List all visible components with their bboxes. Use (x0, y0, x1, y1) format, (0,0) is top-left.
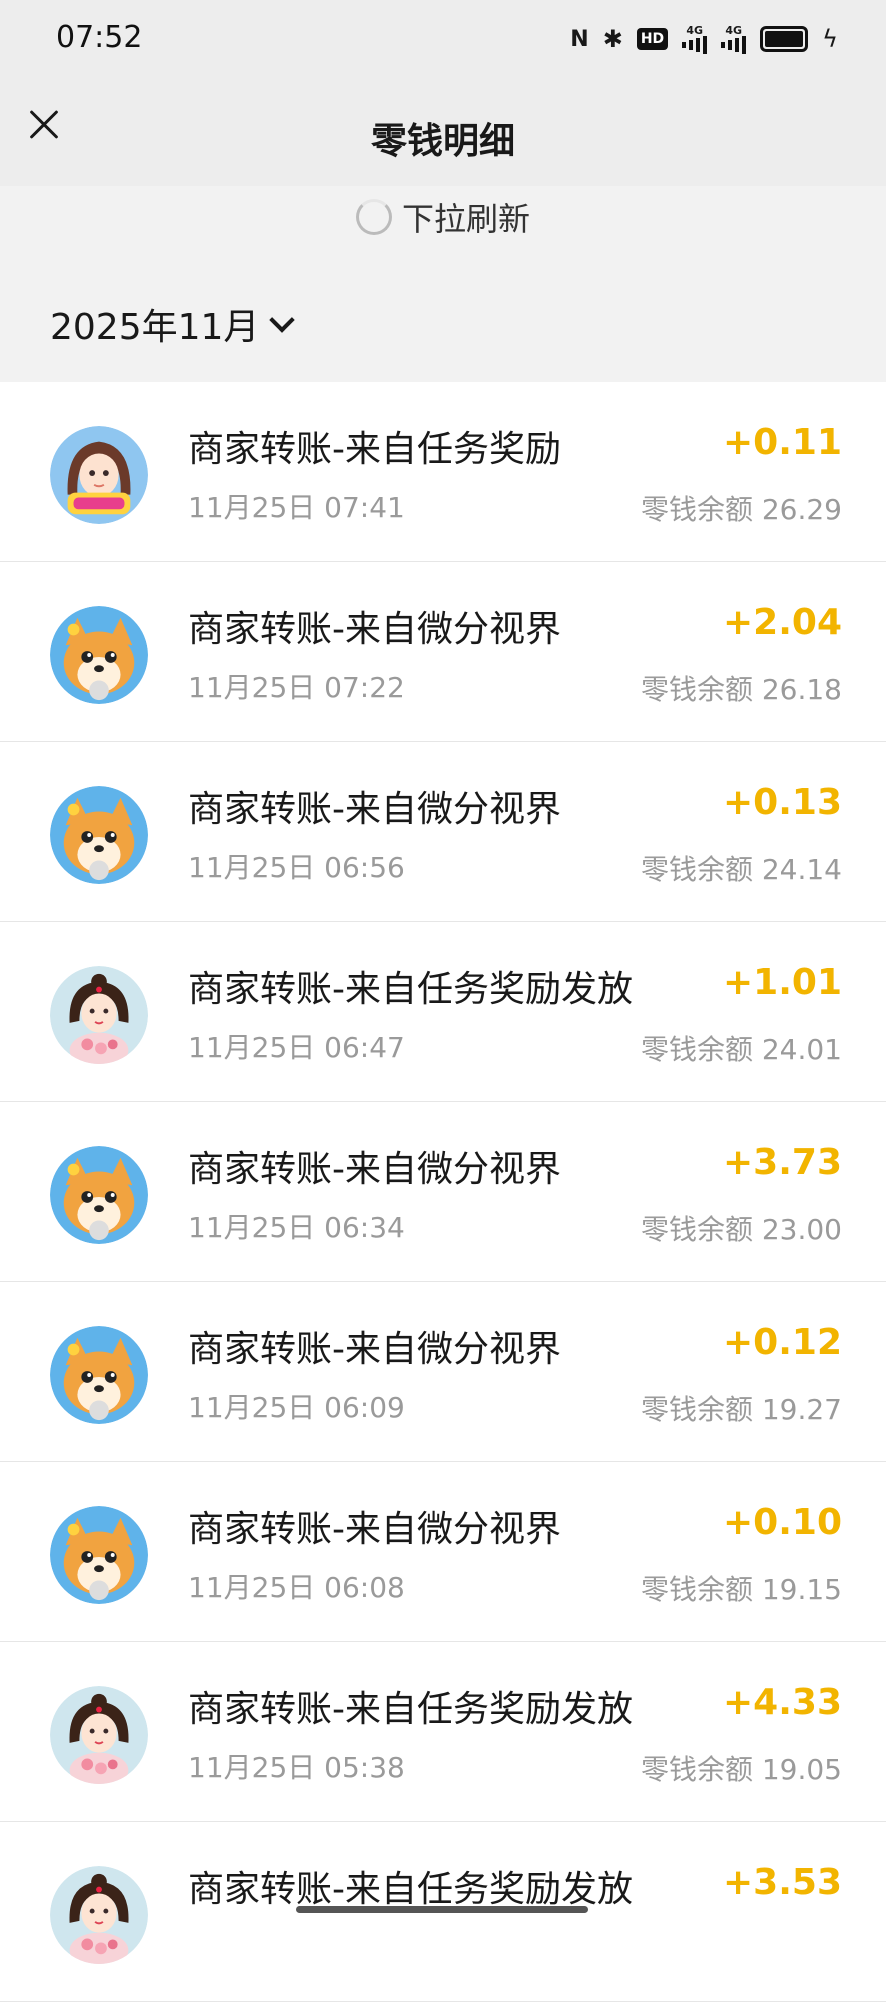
transaction-title: 商家转账-来自微分视界 (188, 1329, 561, 1370)
transaction-list: 商家转账-来自任务奖励 11月25日 07:41 +0.11 零钱余额 26.2… (0, 382, 886, 2002)
transaction-time: 11月25日 06:09 (188, 1391, 405, 1424)
page-title: 零钱明细 (370, 121, 515, 162)
transaction-balance: 零钱余额 23.00 (640, 1213, 842, 1246)
transaction-balance: 零钱余额 26.18 (640, 673, 842, 706)
battery-icon (760, 26, 809, 52)
transaction-row[interactable]: 商家转账-来自任务奖励发放 11月25日 06:47 +1.01 零钱余额 24… (0, 922, 886, 1102)
transaction-amount: +0.10 (723, 1502, 842, 1543)
transaction-balance: 零钱余额 24.14 (640, 853, 842, 886)
transaction-amount: +0.11 (723, 422, 842, 463)
status-time: 07:52 (56, 20, 143, 55)
transaction-balance: 零钱余额 19.05 (640, 1753, 842, 1786)
transaction-amount: +0.13 (723, 782, 842, 823)
dog-avatar (50, 606, 148, 704)
transaction-time: 11月25日 06:56 (188, 851, 405, 884)
home-indicator[interactable] (296, 1906, 588, 1913)
signal-icon-2: 4G (721, 23, 747, 54)
pull-to-refresh: 下拉刷新 (0, 194, 886, 240)
transaction-row[interactable]: 商家转账-来自微分视界 11月25日 07:22 +2.04 零钱余额 26.1… (0, 562, 886, 742)
transaction-time: 11月25日 06:34 (188, 1211, 405, 1244)
transaction-amount: +1.01 (723, 962, 842, 1003)
transaction-row[interactable]: 商家转账-来自微分视界 11月25日 06:09 +0.12 零钱余额 19.2… (0, 1282, 886, 1462)
dog-avatar (50, 1326, 148, 1424)
princess-avatar (50, 966, 148, 1064)
network-type-1: 4G (686, 23, 703, 37)
month-label: 2025年11月 (50, 307, 260, 348)
transaction-balance: 零钱余额 24.01 (640, 1033, 842, 1066)
transaction-row[interactable]: 商家转账-来自微分视界 11月25日 06:08 +0.10 零钱余额 19.1… (0, 1462, 886, 1642)
transaction-title: 商家转账-来自任务奖励 (188, 429, 561, 470)
transaction-row[interactable]: 商家转账-来自任务奖励 11月25日 07:41 +0.11 零钱余额 26.2… (0, 382, 886, 562)
princess-avatar (50, 1866, 148, 1964)
girl-avatar (50, 426, 148, 524)
signal-icon-1: 4G (682, 23, 708, 54)
transaction-row[interactable]: 商家转账-来自微分视界 11月25日 06:56 +0.13 零钱余额 24.1… (0, 742, 886, 922)
transaction-time: 11月25日 05:38 (188, 1751, 405, 1784)
charging-icon: ϟ (822, 25, 838, 53)
transaction-amount: +2.04 (723, 602, 842, 643)
transaction-amount: +3.53 (723, 1862, 842, 1903)
transaction-balance: 零钱余额 19.15 (640, 1573, 842, 1606)
transaction-time: 11月25日 07:22 (188, 671, 405, 704)
transaction-row[interactable]: 商家转账-来自微分视界 11月25日 06:34 +3.73 零钱余额 23.0… (0, 1102, 886, 1282)
transaction-row[interactable]: 商家转账-来自任务奖励发放 11月25日 05:38 +4.33 零钱余额 19… (0, 1642, 886, 1822)
transaction-time: 11月25日 06:47 (188, 1031, 405, 1064)
month-selector[interactable]: 2025年11月 (50, 298, 296, 350)
transaction-time: 11月25日 07:41 (188, 491, 405, 524)
princess-avatar (50, 1686, 148, 1784)
refresh-label: 下拉刷新 (401, 200, 530, 238)
transaction-title: 商家转账-来自微分视界 (188, 609, 561, 650)
chevron-down-icon (269, 307, 296, 333)
nav-bar: 零钱明细 (0, 78, 886, 186)
transaction-amount: +4.33 (723, 1682, 842, 1723)
bluetooth-icon: ✱ (602, 25, 623, 53)
status-icons: N ✱ HD 4G 4G ϟ (570, 22, 838, 56)
hd-badge: HD (636, 28, 669, 50)
refresh-area: 下拉刷新 2025年11月 (0, 186, 886, 382)
dog-avatar (50, 1506, 148, 1604)
transaction-title: 商家转账-来自微分视界 (188, 789, 561, 830)
status-bar: 07:52 N ✱ HD 4G 4G ϟ (0, 0, 886, 78)
transaction-time: 11月25日 06:08 (188, 1571, 405, 1604)
loading-spinner-icon (355, 199, 392, 235)
transaction-title: 商家转账-来自任务奖励发放 (188, 969, 633, 1010)
transaction-title: 商家转账-来自微分视界 (188, 1509, 561, 1550)
dog-avatar (50, 786, 148, 884)
transaction-balance: 零钱余额 19.27 (640, 1393, 842, 1426)
dog-avatar (50, 1146, 148, 1244)
transaction-balance: 零钱余额 26.29 (640, 493, 842, 526)
transaction-title: 商家转账-来自任务奖励发放 (188, 1869, 633, 1910)
transaction-amount: +0.12 (723, 1322, 842, 1363)
nfc-icon: N (570, 26, 589, 52)
transaction-title: 商家转账-来自微分视界 (188, 1149, 561, 1190)
transaction-title: 商家转账-来自任务奖励发放 (188, 1689, 633, 1730)
network-type-2: 4G (725, 23, 742, 37)
transaction-amount: +3.73 (723, 1142, 842, 1183)
